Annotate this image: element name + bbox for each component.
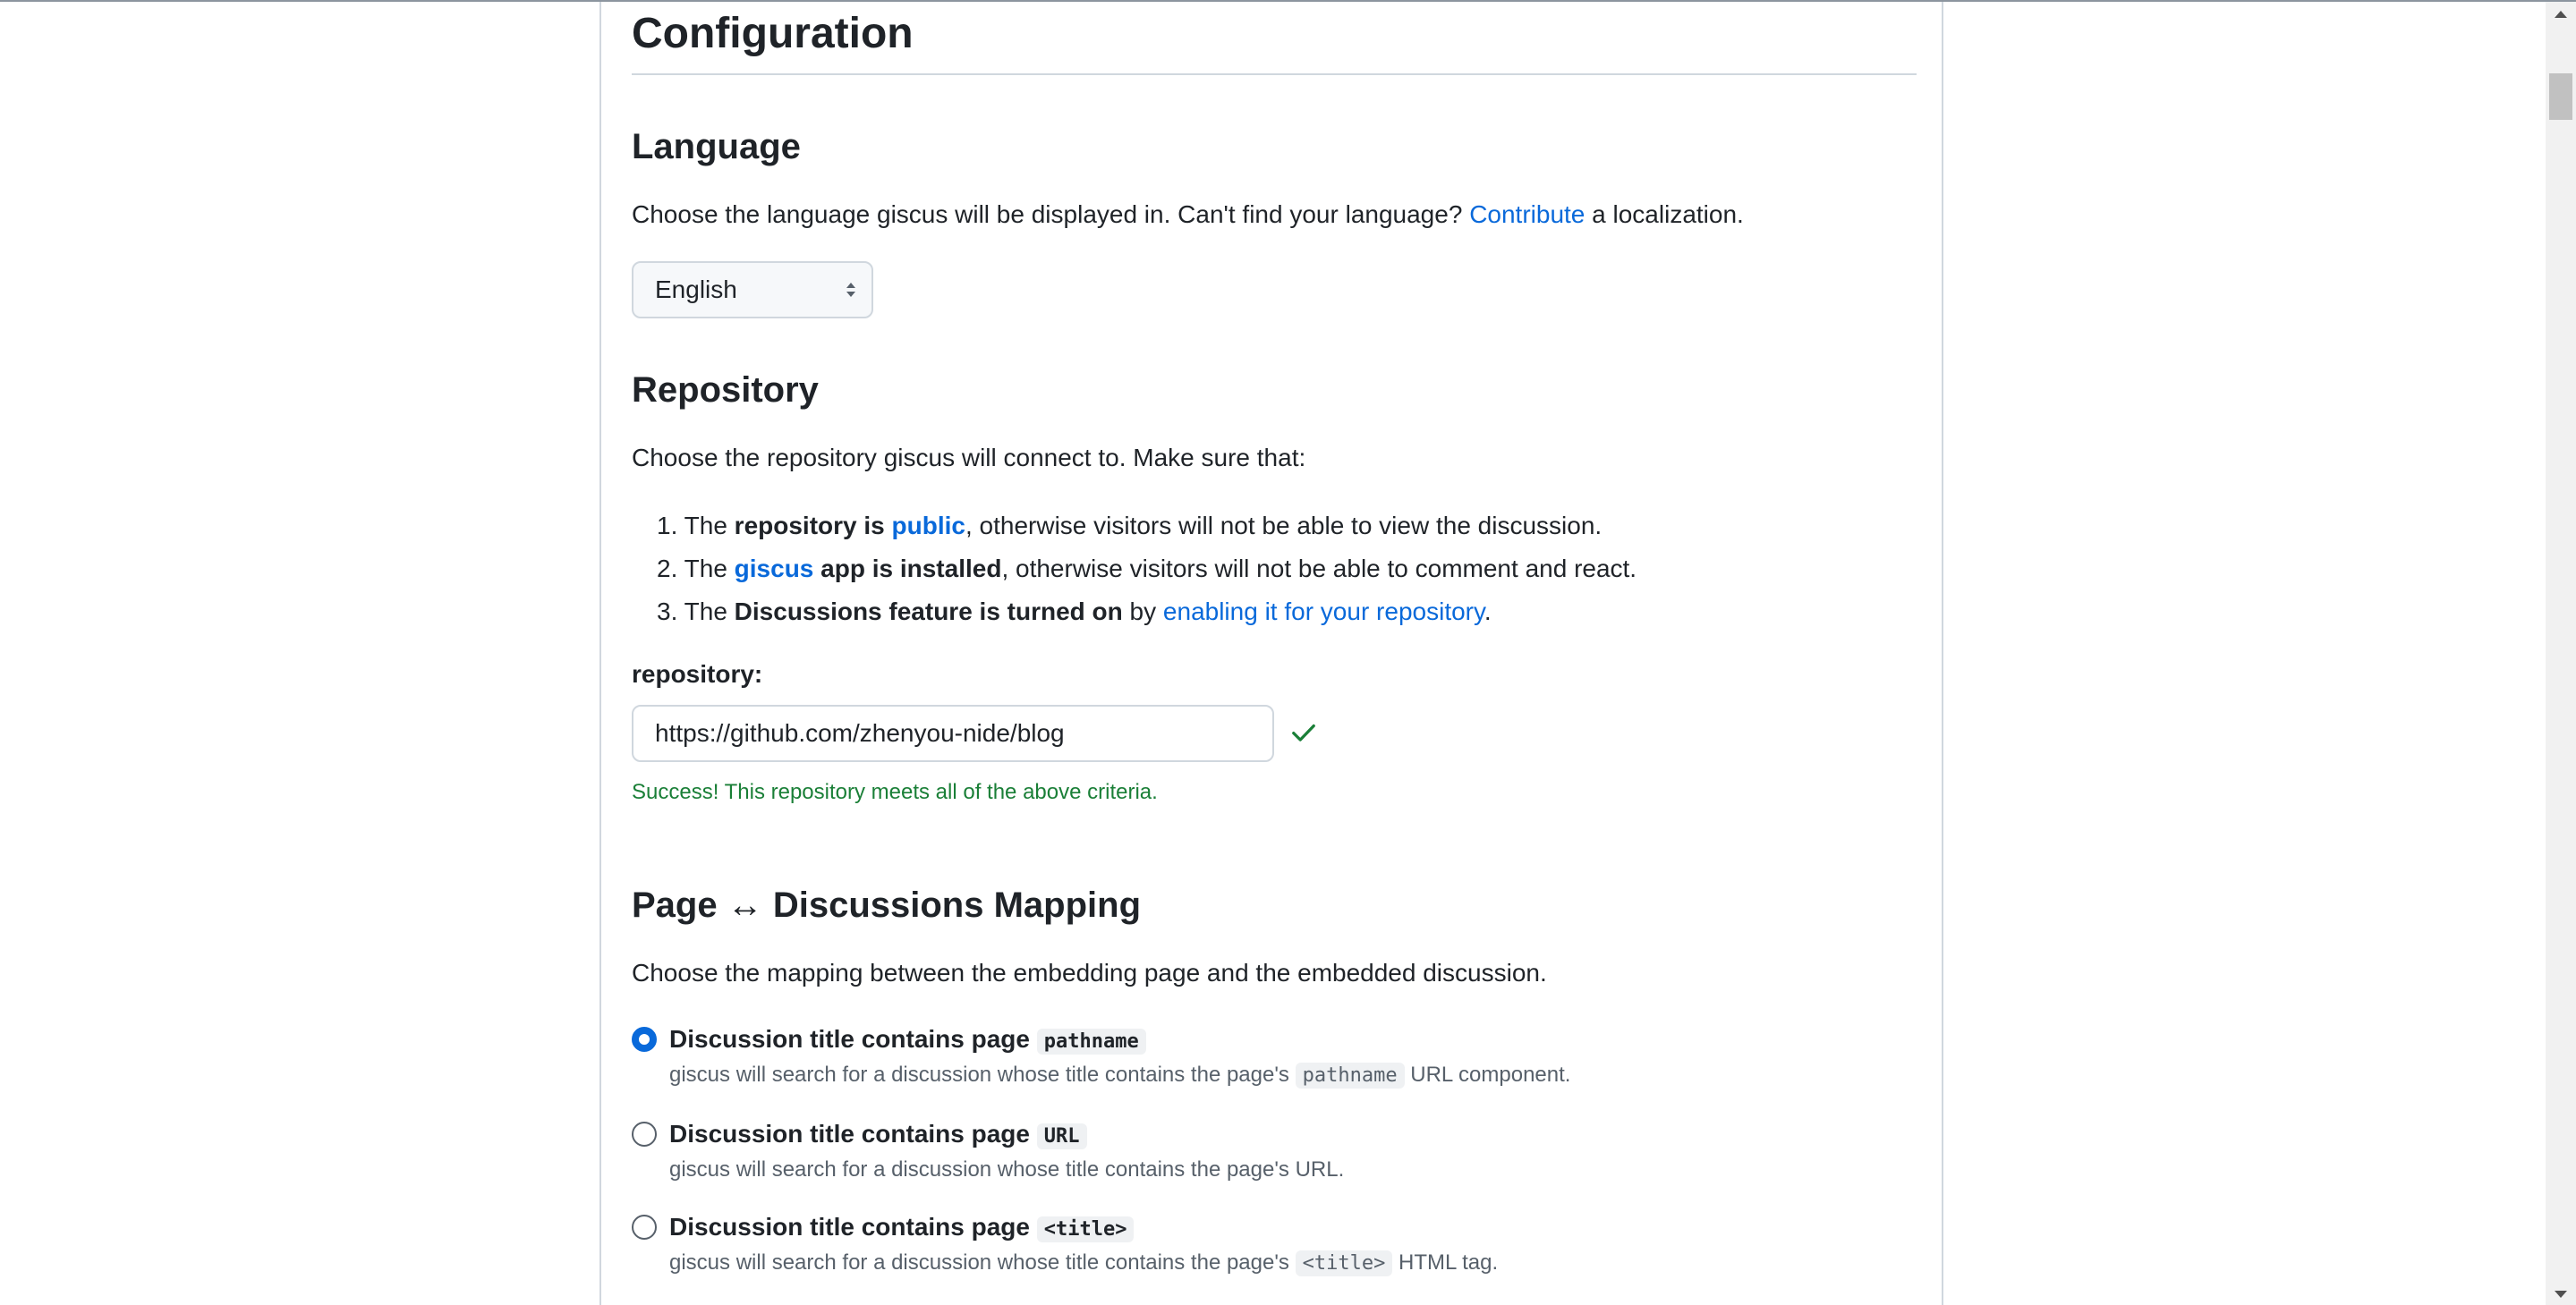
criteria-text: , otherwise visitors will not be able to… — [1001, 555, 1637, 582]
option-desc-code: pathname — [1295, 1063, 1405, 1089]
option-code: URL — [1036, 1123, 1087, 1149]
option-title: Discussion title contains page <title> — [669, 1208, 1135, 1250]
contribute-link[interactable]: Contribute — [1469, 200, 1585, 228]
criteria-number: 1. — [657, 512, 678, 539]
language-desc-text: Choose the language giscus will be displ… — [632, 200, 1470, 228]
criteria-bold: repository is — [734, 512, 892, 539]
option-description: giscus will search for a discussion whos… — [669, 1154, 1344, 1186]
option-desc-text: giscus will search for a discussion whos… — [669, 1250, 1296, 1275]
option-desc-text: giscus will search for a discussion whos… — [669, 1063, 1296, 1087]
browser-viewport: Configuration Language Choose the langua… — [0, 0, 2576, 1305]
mapping-heading: Page ↔ Discussions Mapping — [632, 886, 1142, 925]
option-desc-text: giscus will search for a discussion whos… — [669, 1157, 1345, 1182]
title-divider — [632, 73, 1917, 75]
option-title-text: Discussion title contains page — [669, 1213, 1037, 1241]
option-title-text: Discussion title contains page — [669, 1025, 1037, 1053]
criteria-item-app-installed: 2. The giscus app is installed, otherwis… — [632, 547, 1637, 590]
option-code: pathname — [1036, 1029, 1146, 1055]
option-description: giscus will search for a discussion whos… — [669, 1247, 1498, 1280]
giscus-app-link[interactable]: giscus — [735, 555, 814, 582]
criteria-text: The — [684, 555, 735, 582]
page-container: Configuration Language Choose the langua… — [599, 2, 1943, 1305]
repository-heading: Repository — [632, 370, 819, 410]
page-title: Configuration — [632, 10, 914, 57]
language-select[interactable]: English — [632, 261, 873, 318]
url-radio[interactable] — [632, 1122, 657, 1147]
criteria-number: 3. — [657, 597, 678, 625]
repository-field-label: repository: — [632, 660, 763, 688]
language-select-value: English — [655, 275, 737, 303]
public-link[interactable]: public — [892, 512, 965, 539]
language-desc-suffix: a localization. — [1585, 200, 1744, 228]
option-desc-suffix: HTML tag. — [1392, 1250, 1499, 1275]
mapping-description: Choose the mapping between the embedding… — [632, 959, 1547, 987]
option-title: Discussion title contains page pathname — [669, 1020, 1146, 1062]
enable-discussions-link[interactable]: enabling it for your repository — [1163, 597, 1484, 625]
title-radio[interactable] — [632, 1215, 657, 1240]
criteria-bold: app is installed — [813, 555, 1002, 582]
option-code: <title> — [1036, 1216, 1135, 1242]
check-icon — [1292, 724, 1315, 741]
criteria-text: , otherwise visitors will not be able to… — [965, 512, 1603, 539]
option-title: Discussion title contains page URL — [669, 1114, 1087, 1157]
criteria-bold: Discussions feature is turned on — [734, 597, 1123, 625]
option-desc-code: <title> — [1295, 1250, 1393, 1276]
criteria-item-public: 1. The repository is public, otherwise v… — [632, 504, 1637, 547]
language-description: Choose the language giscus will be displ… — [632, 197, 1744, 233]
repository-success-message: Success! This repository meets all of th… — [632, 780, 1158, 804]
scroll-down-arrow-icon[interactable] — [2555, 1291, 2567, 1298]
criteria-item-discussions: 3. The Discussions feature is turned on … — [632, 590, 1637, 633]
repository-description: Choose the repository giscus will connec… — [632, 444, 1306, 471]
repository-criteria-list: 1. The repository is public, otherwise v… — [632, 504, 1637, 633]
criteria-text: The — [684, 597, 735, 625]
criteria-text: by — [1122, 597, 1163, 625]
criteria-number: 2. — [657, 555, 678, 582]
repository-input[interactable] — [632, 705, 1274, 762]
language-heading: Language — [632, 127, 801, 166]
option-title-text: Discussion title contains page — [669, 1120, 1037, 1148]
criteria-text: . — [1484, 597, 1492, 625]
vertical-scrollbar[interactable] — [2546, 2, 2576, 1305]
criteria-text: The — [684, 512, 735, 539]
scrollbar-thumb[interactable] — [2549, 73, 2572, 120]
pathname-radio[interactable] — [632, 1027, 657, 1052]
select-arrows-icon — [846, 283, 855, 297]
option-desc-suffix: URL component. — [1404, 1063, 1571, 1087]
scroll-up-arrow-icon[interactable] — [2555, 11, 2567, 18]
option-description: giscus will search for a discussion whos… — [669, 1059, 1570, 1092]
